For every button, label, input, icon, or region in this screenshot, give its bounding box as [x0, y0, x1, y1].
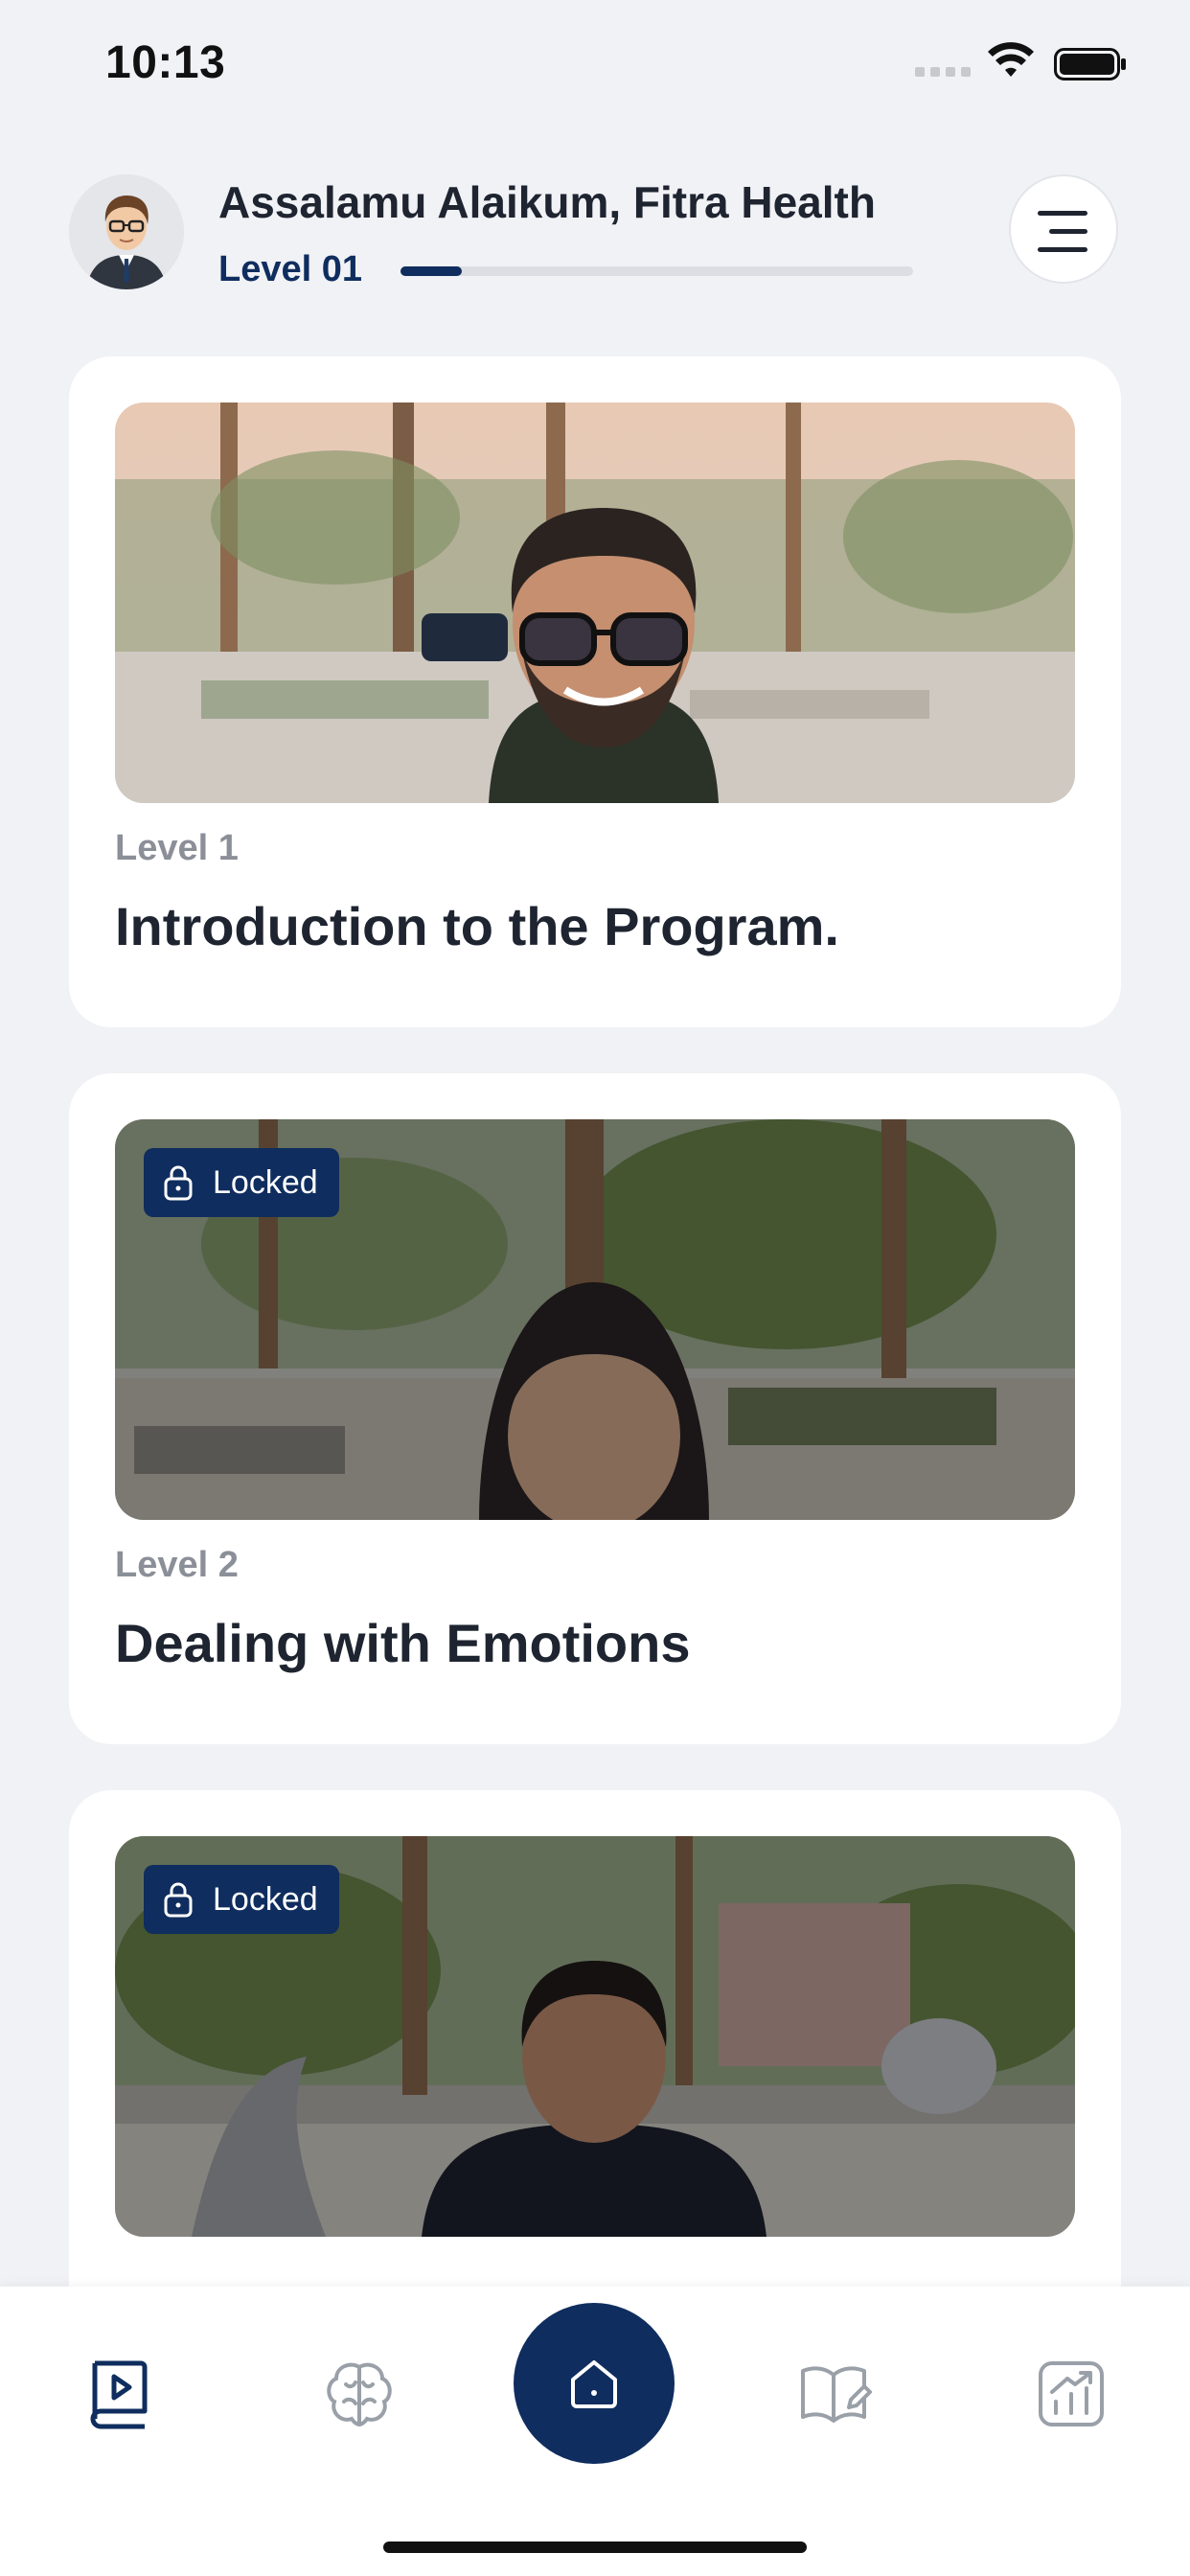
- level-progress-fill: [400, 266, 463, 276]
- level-card[interactable]: Locked Level 2 Dealing with Emotions: [69, 1073, 1121, 1744]
- level-card[interactable]: Level 1 Introduction to the Program.: [69, 356, 1121, 1027]
- wifi-icon: [988, 42, 1034, 77]
- locked-badge-label: Locked: [213, 1163, 318, 1201]
- avatar[interactable]: [69, 174, 184, 289]
- status-time: 10:13: [105, 37, 226, 88]
- lock-icon: [164, 1165, 193, 1201]
- greeting-text: Assalamu Alaikum, Fitra Health: [218, 177, 876, 227]
- card-title: Introduction to the Program.: [115, 896, 839, 956]
- level-video-thumbnail[interactable]: [115, 402, 1075, 803]
- card-level-label: Level 1: [115, 828, 239, 868]
- card-title: Dealing with Emotions: [115, 1613, 691, 1673]
- brain-icon[interactable]: [321, 2356, 398, 2432]
- locked-badge: Locked: [144, 1865, 339, 1934]
- home-indicator: [383, 2542, 807, 2553]
- current-level-label: Level 01: [218, 249, 362, 289]
- locked-badge: Locked: [144, 1148, 339, 1217]
- locked-badge-label: Locked: [213, 1880, 318, 1918]
- cellular-signal-icon: [915, 67, 971, 77]
- lock-icon: [164, 1882, 193, 1918]
- bottom-navigation: [0, 2287, 1190, 2576]
- level-video-thumbnail[interactable]: Locked: [115, 1836, 1075, 2237]
- home-icon: [571, 2360, 617, 2408]
- level-video-thumbnail[interactable]: Locked: [115, 1119, 1075, 1520]
- journal-icon[interactable]: [795, 2356, 872, 2432]
- menu-button[interactable]: [1009, 174, 1118, 284]
- home-button[interactable]: [514, 2303, 675, 2464]
- header: Assalamu Alaikum, Fitra Health Level 01: [0, 163, 1190, 297]
- progress-chart-icon[interactable]: [1033, 2356, 1110, 2432]
- card-level-label: Level 2: [115, 1545, 239, 1585]
- menu-icon: [1038, 211, 1087, 216]
- battery-icon: [1054, 48, 1126, 80]
- status-bar: 10:13: [0, 0, 1190, 134]
- video-lessons-icon[interactable]: [81, 2356, 158, 2432]
- level-progress-bar: [400, 266, 913, 276]
